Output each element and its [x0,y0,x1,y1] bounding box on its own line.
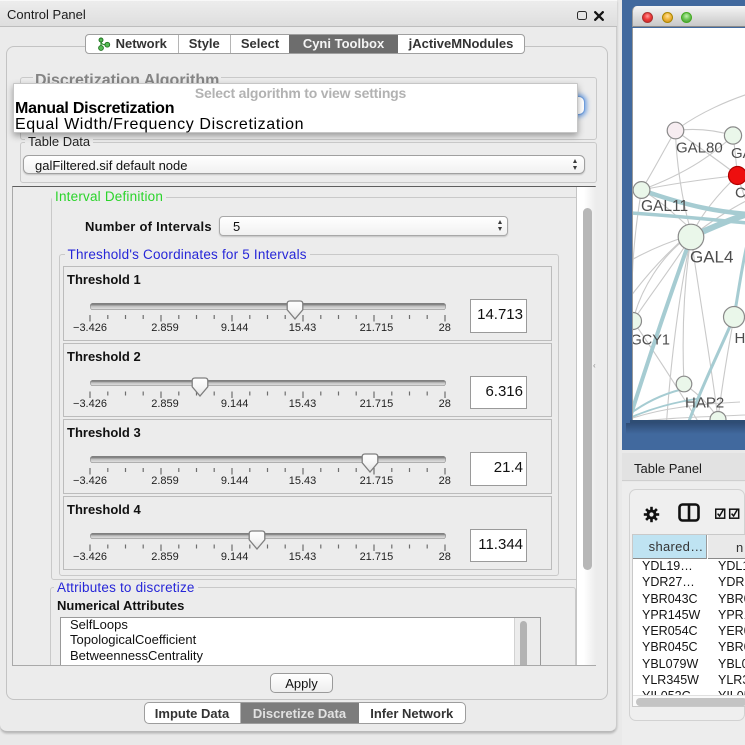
svg-text:HAP4: HAP4 [735,330,745,347]
svg-text:GCY1: GCY1 [633,333,670,349]
svg-text:CDC1: CDC1 [735,185,745,202]
svg-text:GAL80: GAL80 [676,140,723,157]
svg-text:GAL4: GAL4 [690,248,733,267]
svg-text:HAP2: HAP2 [685,395,724,412]
svg-text:GAL11: GAL11 [641,198,688,215]
svg-text:GAL7: GAL7 [731,145,745,162]
